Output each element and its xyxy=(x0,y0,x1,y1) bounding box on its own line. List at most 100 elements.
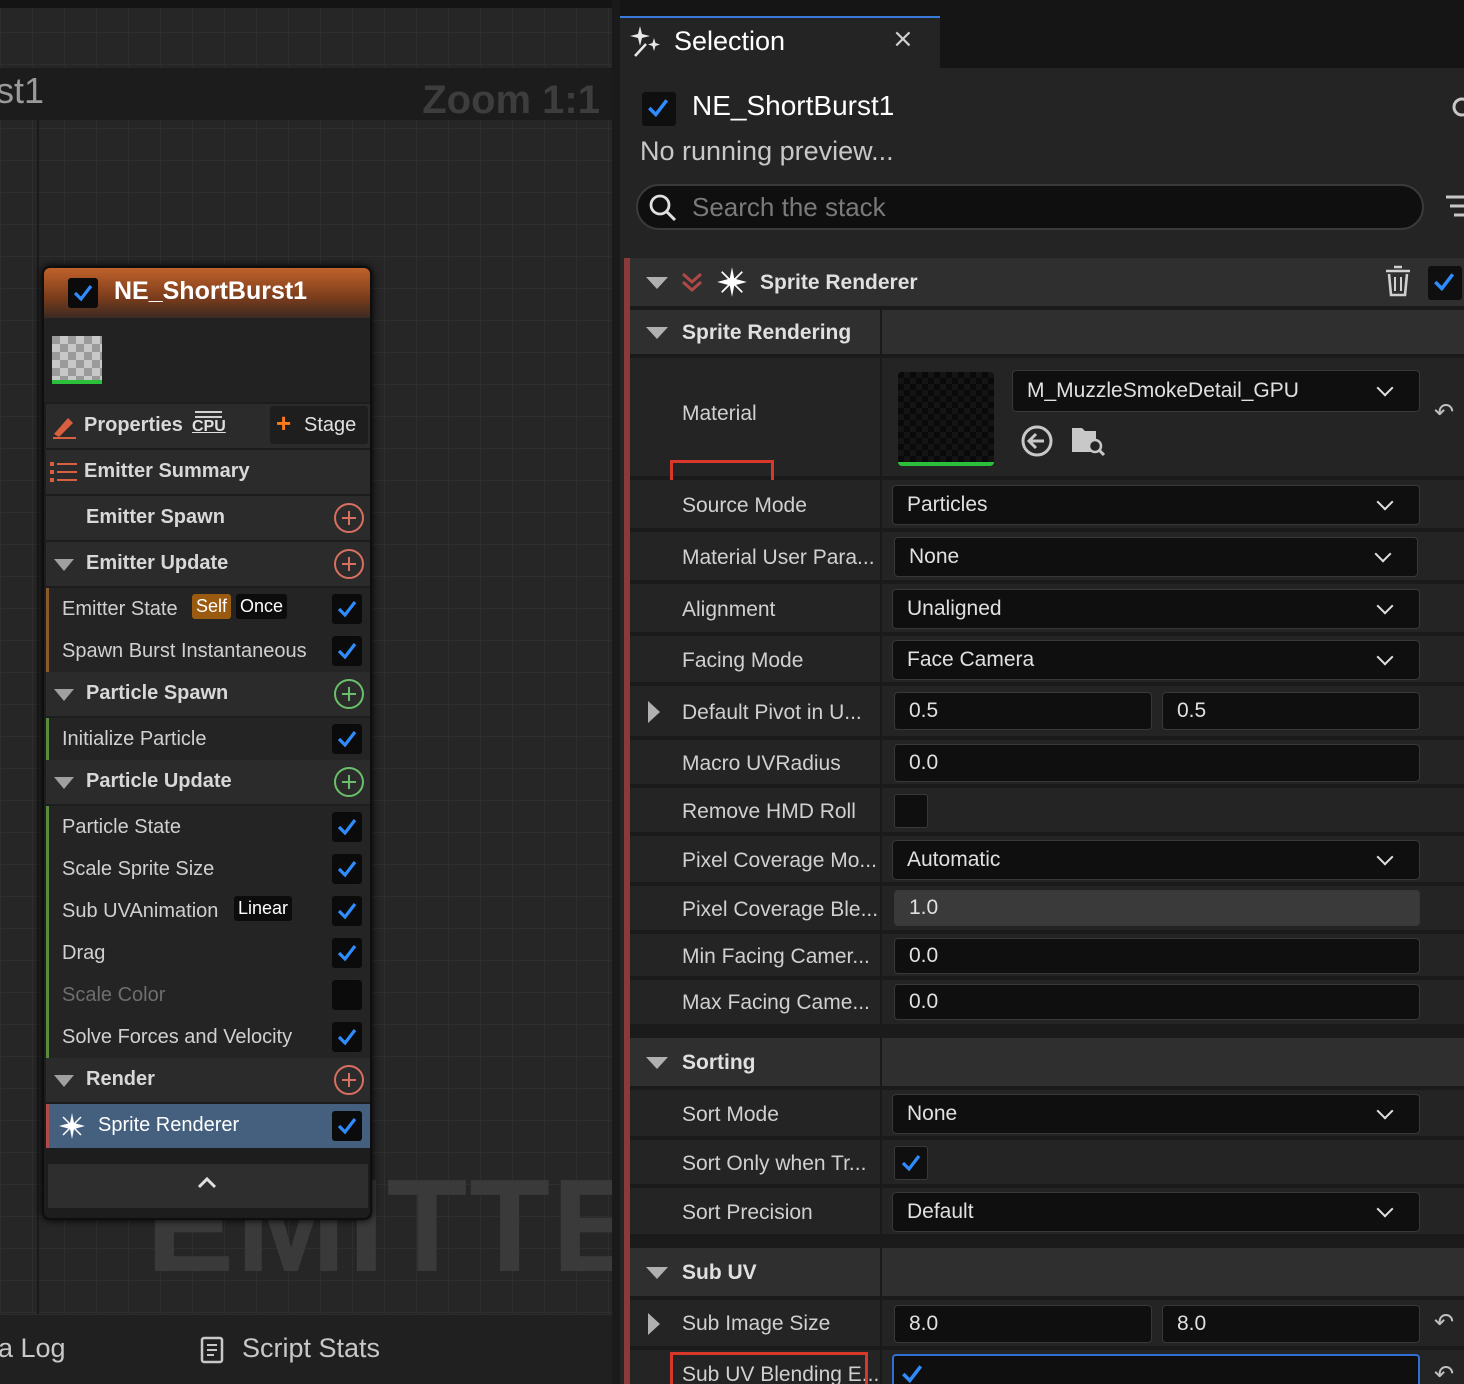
sprite-renderer-header[interactable]: Sprite Renderer xyxy=(630,258,1464,308)
system-enabled-checkbox[interactable] xyxy=(642,92,676,126)
module-scale-color[interactable]: Scale Color xyxy=(46,974,370,1016)
expand-triangle-icon[interactable] xyxy=(648,701,660,723)
emitter-thumbnail[interactable] xyxy=(52,336,102,384)
renderer-enabled-checkbox[interactable] xyxy=(1428,266,1462,300)
module-enabled-checkbox[interactable] xyxy=(332,724,362,754)
check-icon xyxy=(337,819,357,836)
node-collapse-footer[interactable] xyxy=(48,1164,368,1208)
add-module-button[interactable] xyxy=(334,679,364,709)
node-header[interactable]: NE_ShortBurst1 xyxy=(44,268,370,318)
prop-label: Pixel Coverage Ble... xyxy=(682,898,879,921)
browse-folder-icon[interactable] xyxy=(1070,422,1106,458)
module-enabled-checkbox[interactable] xyxy=(332,854,362,884)
module-particle-state[interactable]: Particle State xyxy=(46,806,370,848)
add-module-button[interactable] xyxy=(334,767,364,797)
collapse-triangle-icon[interactable] xyxy=(646,277,668,289)
module-solve-forces[interactable]: Solve Forces and Velocity xyxy=(46,1016,370,1058)
emitter-update-group[interactable]: Emitter Update xyxy=(46,542,370,586)
max-facing-input[interactable]: 0.0 xyxy=(894,984,1420,1020)
trash-icon[interactable] xyxy=(1384,264,1412,298)
add-stage-button[interactable]: + Stage xyxy=(270,406,368,444)
module-enabled-checkbox[interactable] xyxy=(332,980,362,1010)
material-user-param-dropdown[interactable]: None xyxy=(894,537,1418,577)
use-selected-asset-icon[interactable] xyxy=(1020,424,1054,458)
number-value: 0.0 xyxy=(909,751,939,774)
material-asset-picker[interactable]: M_MuzzleSmokeDetail_GPU xyxy=(1012,370,1420,412)
column-divider xyxy=(880,636,882,682)
module-enabled-checkbox[interactable] xyxy=(332,636,362,666)
collapse-triangle-icon[interactable] xyxy=(54,559,74,571)
row-accent-bar xyxy=(46,718,49,760)
collapse-triangle-icon[interactable] xyxy=(646,1057,668,1069)
emitter-node[interactable]: NE_ShortBurst1 Properties CPU + Stage Em… xyxy=(42,266,372,1220)
collapse-triangle-icon[interactable] xyxy=(646,327,668,339)
collapse-triangle-icon[interactable] xyxy=(646,1267,668,1279)
add-module-button[interactable] xyxy=(334,549,364,579)
emitter-enabled-checkbox[interactable] xyxy=(68,278,98,308)
gear-icon[interactable] xyxy=(1444,92,1464,122)
log-tab[interactable]: a Log xyxy=(0,1333,66,1364)
remove-hmd-roll-checkbox[interactable] xyxy=(894,794,928,828)
material-thumbnail[interactable] xyxy=(898,372,994,466)
module-enabled-checkbox[interactable] xyxy=(332,896,362,926)
module-spawn-burst[interactable]: Spawn Burst Instantaneous xyxy=(46,630,370,672)
close-icon[interactable]: × xyxy=(892,24,914,54)
module-enabled-checkbox[interactable] xyxy=(332,1022,362,1052)
module-scale-sprite-size[interactable]: Scale Sprite Size xyxy=(46,848,370,890)
module-enabled-checkbox[interactable] xyxy=(332,594,362,624)
source-mode-dropdown[interactable]: Particles xyxy=(892,485,1420,525)
section-sorting[interactable]: Sorting xyxy=(630,1038,1464,1088)
dropdown-value: Unaligned xyxy=(907,597,1002,620)
particle-spawn-group[interactable]: Particle Spawn xyxy=(46,672,370,716)
column-divider xyxy=(880,980,882,1024)
section-gap xyxy=(630,1026,1464,1038)
min-facing-input[interactable]: 0.0 xyxy=(894,938,1420,974)
collapse-triangle-icon[interactable] xyxy=(54,1075,74,1087)
module-enabled-checkbox[interactable] xyxy=(332,1111,362,1141)
module-enabled-checkbox[interactable] xyxy=(332,812,362,842)
search-input[interactable] xyxy=(692,192,1392,222)
section-sub-uv[interactable]: Sub UV xyxy=(630,1248,1464,1298)
sort-precision-dropdown[interactable]: Default xyxy=(892,1192,1420,1232)
macro-uv-radius-input[interactable]: 0.0 xyxy=(894,744,1420,782)
add-renderer-button[interactable] xyxy=(334,1065,364,1095)
column-divider xyxy=(880,1248,882,1296)
emitter-graph-canvas[interactable]: st1 Zoom 1:1 EMITTER NE_ShortBurst1 Prop… xyxy=(0,0,612,1384)
module-drag[interactable]: Drag xyxy=(46,932,370,974)
module-enabled-checkbox[interactable] xyxy=(332,938,362,968)
facing-mode-dropdown[interactable]: Face Camera xyxy=(892,640,1420,680)
emitter-summary-row[interactable]: Emitter Summary xyxy=(46,450,370,494)
alignment-dropdown[interactable]: Unaligned xyxy=(892,589,1420,629)
renderer-sprite-renderer[interactable]: Sprite Renderer xyxy=(46,1104,370,1148)
collapse-triangle-icon[interactable] xyxy=(54,689,74,701)
filter-icon[interactable] xyxy=(1444,194,1464,220)
pixel-coverage-mode-dropdown[interactable]: Automatic xyxy=(892,840,1420,880)
reset-to-default-icon[interactable]: ↶ xyxy=(1434,398,1454,427)
section-sprite-rendering[interactable]: Sprite Rendering xyxy=(630,310,1464,356)
tab-selection[interactable]: Selection × xyxy=(620,16,940,68)
expand-triangle-icon[interactable] xyxy=(648,1313,660,1335)
sub-image-size-y-input[interactable]: 8.0 xyxy=(1162,1305,1420,1343)
add-module-button[interactable] xyxy=(334,503,364,533)
prop-label: Max Facing Came... xyxy=(682,991,870,1014)
script-stats-tab[interactable]: Script Stats xyxy=(242,1333,380,1364)
particle-update-group[interactable]: Particle Update xyxy=(46,760,370,804)
sort-only-when-checkbox[interactable] xyxy=(894,1146,928,1180)
module-initialize-particle[interactable]: Initialize Particle xyxy=(46,718,370,760)
pixel-coverage-blend-slider[interactable]: 1.0 xyxy=(894,890,1420,926)
properties-row[interactable]: Properties CPU + Stage xyxy=(46,404,370,448)
sort-mode-dropdown[interactable]: None xyxy=(892,1094,1420,1134)
module-sub-uv-animation[interactable]: Sub UVAnimation Linear xyxy=(46,890,370,932)
stack-search-box[interactable] xyxy=(636,184,1424,230)
sub-uv-blending-checkbox-focus[interactable] xyxy=(892,1354,1420,1384)
pivot-x-input[interactable]: 0.5 xyxy=(894,692,1152,730)
column-divider xyxy=(880,1300,882,1346)
reset-to-default-icon[interactable]: ↶ xyxy=(1434,1308,1454,1337)
sub-image-size-x-input[interactable]: 8.0 xyxy=(894,1305,1152,1343)
collapse-triangle-icon[interactable] xyxy=(54,777,74,789)
reset-to-default-icon[interactable]: ↶ xyxy=(1434,1360,1454,1384)
emitter-spawn-group[interactable]: Emitter Spawn xyxy=(46,496,370,540)
module-emitter-state[interactable]: Emitter State Self Once xyxy=(46,588,370,630)
pivot-y-input[interactable]: 0.5 xyxy=(1162,692,1420,730)
render-group[interactable]: Render xyxy=(46,1058,370,1102)
